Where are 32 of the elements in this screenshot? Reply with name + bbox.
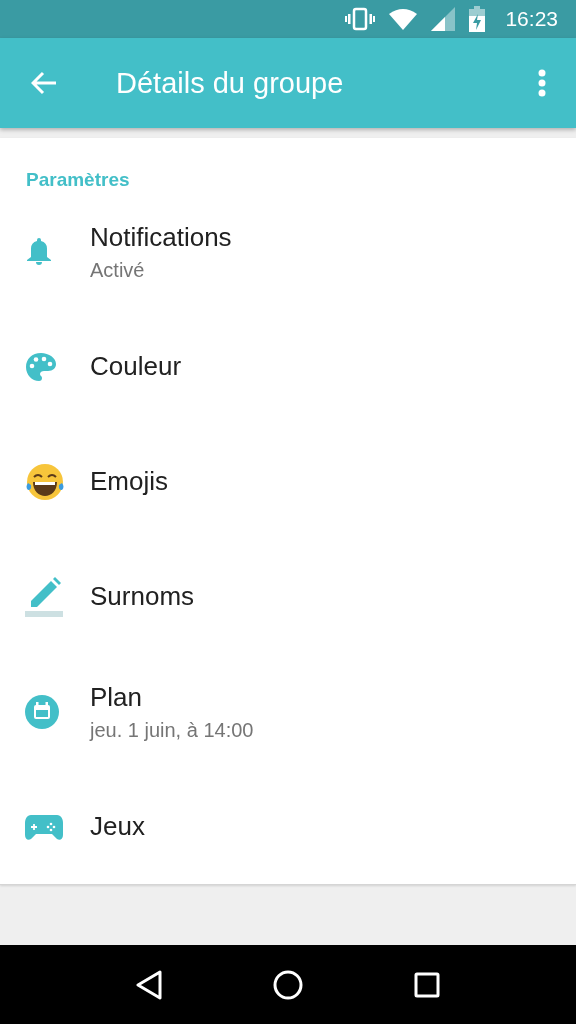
item-title: Couleur: [90, 351, 182, 382]
battery-charging-icon: [469, 6, 486, 32]
settings-item[interactable]: Plan jeu. 1 juin, à 14:00: [0, 654, 576, 769]
screen-title: Détails du groupe: [116, 66, 345, 100]
settings-item[interactable]: Jeux: [0, 769, 576, 884]
item-title: Jeux: [90, 811, 145, 842]
settings-item[interactable]: Notifications Activé: [0, 194, 576, 309]
clock-time: 16:23: [505, 7, 558, 31]
settings-item[interactable]: Emojis: [0, 424, 576, 539]
settings-item[interactable]: Couleur: [0, 309, 576, 424]
square-recents-icon: [413, 971, 440, 998]
laughing-face-icon: [25, 462, 65, 501]
triangle-back-icon: [136, 969, 163, 1000]
item-title: Notifications: [90, 221, 232, 253]
item-title: Plan: [90, 681, 144, 713]
wifi-icon: [389, 8, 418, 30]
bell-icon: [25, 236, 53, 267]
vibrate-icon: [345, 7, 376, 31]
circle-home-icon: [273, 969, 303, 1000]
item-subtitle: Activé: [90, 258, 146, 282]
palette-icon: [25, 351, 57, 382]
item-title: Surnoms: [90, 581, 195, 612]
gamepad-icon: [25, 812, 63, 841]
section-header: Paramètres: [26, 168, 131, 192]
back-arrow-icon: [31, 71, 57, 95]
item-subtitle: jeu. 1 juin, à 14:00: [90, 718, 254, 742]
settings-item[interactable]: Surnoms: [0, 539, 576, 654]
item-title: Emojis: [90, 466, 168, 497]
signal-icon: [431, 7, 456, 31]
more-icon: [538, 69, 546, 97]
pencil-icon: [25, 576, 65, 617]
calendar-icon: [25, 694, 59, 729]
